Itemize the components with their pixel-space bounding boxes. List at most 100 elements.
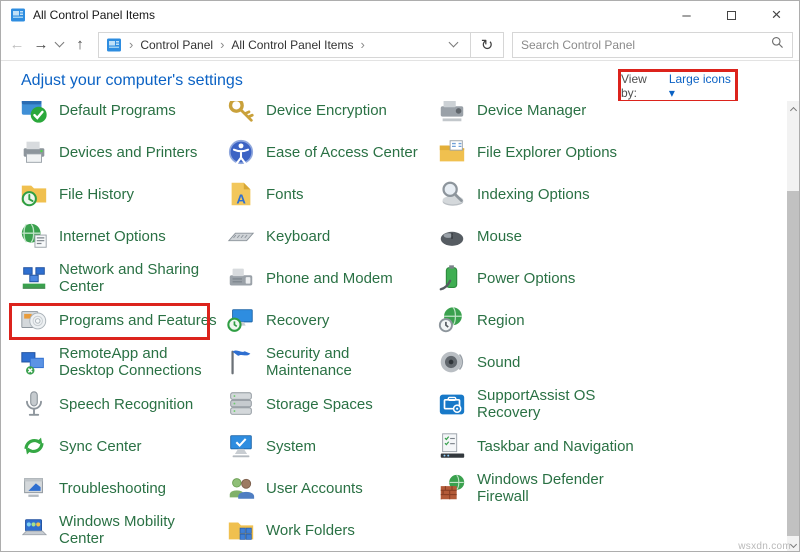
control-panel-item-ease-of-access-center[interactable]: Ease of Access Center bbox=[226, 131, 432, 173]
programs-and-features-icon bbox=[19, 305, 49, 335]
maximize-button[interactable] bbox=[709, 1, 754, 29]
taskbar-and-navigation-icon bbox=[437, 431, 467, 461]
control-panel-item-internet-options[interactable]: Internet Options bbox=[19, 215, 221, 257]
item-label: File Explorer Options bbox=[477, 144, 649, 161]
control-panel-item-region[interactable]: Region bbox=[437, 299, 663, 341]
control-panel-item-speech-recognition[interactable]: Speech Recognition bbox=[19, 383, 221, 425]
control-panel-item-file-history[interactable]: File History bbox=[19, 173, 221, 215]
windows-mobility-center-icon bbox=[19, 515, 49, 545]
internet-options-icon bbox=[19, 221, 49, 251]
item-label: Windows Defender Firewall bbox=[477, 471, 649, 505]
close-button[interactable]: × bbox=[754, 1, 799, 29]
indexing-options-icon bbox=[437, 179, 467, 209]
control-panel-item-work-folders[interactable]: Work Folders bbox=[226, 509, 432, 551]
chevron-up-icon bbox=[789, 106, 796, 113]
item-label: Security and Maintenance bbox=[266, 345, 432, 379]
recovery-icon bbox=[226, 305, 256, 335]
item-label: Keyboard bbox=[266, 228, 432, 245]
item-label: Mouse bbox=[477, 228, 649, 245]
item-label: Device Encryption bbox=[266, 102, 432, 119]
breadcrumb-separator: › bbox=[129, 37, 133, 52]
search-box bbox=[512, 32, 793, 58]
control-panel-item-file-explorer-options[interactable]: File Explorer Options bbox=[437, 131, 663, 173]
item-label: Indexing Options bbox=[477, 186, 649, 203]
dropdown-arrow-icon: ▾ bbox=[669, 86, 675, 100]
chevron-down-icon bbox=[449, 37, 459, 47]
item-label: Phone and Modem bbox=[266, 270, 432, 287]
minimize-button[interactable]: – bbox=[664, 1, 709, 29]
chevron-down-icon bbox=[55, 37, 65, 47]
control-panel-item-sync-center[interactable]: Sync Center bbox=[19, 425, 221, 467]
item-label: File History bbox=[59, 186, 221, 203]
address-dropdown[interactable] bbox=[447, 38, 462, 52]
search-input[interactable] bbox=[521, 38, 771, 52]
control-panel-item-supportassist-os-recovery[interactable]: SupportAssist OS Recovery bbox=[437, 383, 663, 425]
item-label: Speech Recognition bbox=[59, 396, 221, 413]
speech-recognition-icon bbox=[19, 389, 49, 419]
control-panel-item-troubleshooting[interactable]: Troubleshooting bbox=[19, 467, 221, 509]
annotation-box-view-by: View by: Large icons ▾ bbox=[618, 69, 738, 103]
refresh-button[interactable]: ↻ bbox=[470, 32, 504, 58]
item-label: Default Programs bbox=[59, 102, 221, 119]
control-panel-item-system[interactable]: System bbox=[226, 425, 432, 467]
control-panel-item-device-encryption[interactable]: Device Encryption bbox=[226, 101, 432, 131]
mouse-icon bbox=[437, 221, 467, 251]
control-panel-item-phone-and-modem[interactable]: Phone and Modem bbox=[226, 257, 432, 299]
control-panel-item-user-accounts[interactable]: User Accounts bbox=[226, 467, 432, 509]
control-panel-item-windows-mobility-center[interactable]: Windows Mobility Center bbox=[19, 509, 221, 551]
control-panel-item-power-options[interactable]: Power Options bbox=[437, 257, 663, 299]
recent-pages-dropdown[interactable] bbox=[53, 36, 68, 54]
item-label: System bbox=[266, 438, 432, 455]
control-panel-item-keyboard[interactable]: Keyboard bbox=[226, 215, 432, 257]
remoteapp-and-desktop-connections-icon bbox=[19, 347, 49, 377]
control-panel-item-remoteapp-and-desktop-connections[interactable]: RemoteApp and Desktop Connections bbox=[19, 341, 221, 383]
control-panel-item-recovery[interactable]: Recovery bbox=[226, 299, 432, 341]
control-panel-item-taskbar-and-navigation[interactable]: Taskbar and Navigation bbox=[437, 425, 663, 467]
item-label: Taskbar and Navigation bbox=[477, 438, 649, 455]
control-panel-item-sound[interactable]: Sound bbox=[437, 341, 663, 383]
control-panel-item-security-and-maintenance[interactable]: Security and Maintenance bbox=[226, 341, 432, 383]
user-accounts-icon bbox=[226, 473, 256, 503]
breadcrumb-control-panel[interactable]: Control Panel bbox=[140, 38, 213, 52]
control-panel-item-indexing-options[interactable]: Indexing Options bbox=[437, 173, 663, 215]
back-button[interactable]: ← bbox=[5, 33, 29, 57]
scrollbar[interactable] bbox=[787, 101, 799, 552]
forward-button[interactable]: → bbox=[29, 33, 53, 57]
up-button[interactable]: ↑ bbox=[68, 33, 92, 57]
security-and-maintenance-icon bbox=[226, 347, 256, 377]
item-label: Recovery bbox=[266, 312, 432, 329]
item-label: Storage Spaces bbox=[266, 396, 432, 413]
control-panel-item-storage-spaces[interactable]: Storage Spaces bbox=[226, 383, 432, 425]
network-sharing-center-icon bbox=[19, 263, 49, 293]
system-icon bbox=[226, 431, 256, 461]
control-panel-item-default-programs[interactable]: Default Programs bbox=[19, 101, 221, 131]
control-panel-item-devices-and-printers[interactable]: Devices and Printers bbox=[19, 131, 221, 173]
page-title: Adjust your computer's settings bbox=[21, 72, 243, 90]
item-label: SupportAssist OS Recovery bbox=[477, 387, 649, 421]
item-label: Internet Options bbox=[59, 228, 221, 245]
item-label: Sync Center bbox=[59, 438, 221, 455]
work-folders-icon bbox=[226, 515, 256, 545]
scrollbar-thumb[interactable] bbox=[787, 191, 799, 536]
address-bar[interactable]: › Control Panel › All Control Panel Item… bbox=[98, 32, 470, 58]
control-panel-item-device-manager[interactable]: Device Manager bbox=[437, 101, 663, 131]
maximize-icon bbox=[727, 11, 736, 20]
control-panel-item-programs-and-features[interactable]: Programs and Features bbox=[19, 299, 221, 341]
breadcrumb-separator: › bbox=[220, 37, 224, 52]
item-label: Windows Mobility Center bbox=[59, 513, 221, 547]
item-label: Ease of Access Center bbox=[266, 144, 432, 161]
view-by-dropdown[interactable]: Large icons ▾ bbox=[669, 72, 735, 100]
scrollbar-up-button[interactable] bbox=[787, 101, 799, 116]
view-by-label: View by: bbox=[621, 72, 663, 100]
control-panel-item-windows-defender-firewall[interactable]: Windows Defender Firewall bbox=[437, 467, 663, 509]
windows-defender-firewall-icon bbox=[437, 473, 467, 503]
control-panel-item-mouse[interactable]: Mouse bbox=[437, 215, 663, 257]
storage-spaces-icon bbox=[226, 389, 256, 419]
search-icon bbox=[771, 36, 784, 54]
breadcrumb-all-control-panel-items[interactable]: All Control Panel Items bbox=[231, 38, 353, 52]
control-panel-icon bbox=[106, 37, 122, 53]
power-options-icon bbox=[437, 263, 467, 293]
control-panel-item-network-and-sharing-center[interactable]: Network and Sharing Center bbox=[19, 257, 221, 299]
control-panel-item-fonts[interactable]: AFonts bbox=[226, 173, 432, 215]
default-programs-icon bbox=[19, 101, 49, 125]
